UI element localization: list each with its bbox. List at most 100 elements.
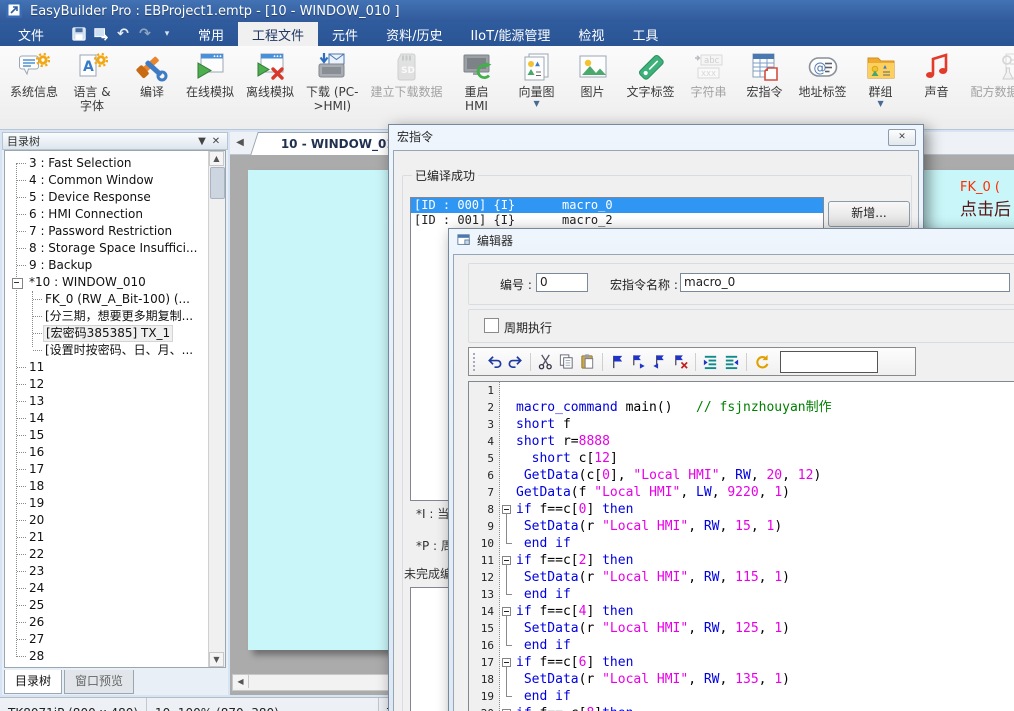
indent-icon[interactable]: [700, 352, 721, 371]
code-line-11[interactable]: 11if f==c[2] then: [469, 552, 1014, 569]
ribbon-item-macro[interactable]: 宏指令: [737, 46, 793, 129]
panel-menu-icon[interactable]: ▼: [195, 136, 209, 147]
tree-item-8[interactable]: *10 : WINDOW_010: [5, 274, 209, 291]
tree-item-27[interactable]: 25: [5, 597, 209, 614]
periodic-checkbox[interactable]: [484, 318, 499, 333]
code-line-5[interactable]: 5 short c[12]: [469, 450, 1014, 467]
code-editor[interactable]: 12macro_command main() // fsjnzhouyan制作3…: [468, 381, 1014, 711]
tree-item-2[interactable]: 4 : Common Window: [5, 172, 209, 189]
code-line-16[interactable]: 16 end if: [469, 637, 1014, 654]
macro-name-field[interactable]: macro_0: [680, 273, 1010, 292]
tree-item-18[interactable]: 16: [5, 444, 209, 461]
code-line-3[interactable]: 3short f: [469, 416, 1014, 433]
code-line-6[interactable]: 6 GetData(c[0], "Local HMI", RW, 20, 12): [469, 467, 1014, 484]
editor-dialog-title-bar[interactable]: 编辑器: [449, 229, 1014, 251]
bookmark-toggle-icon[interactable]: [607, 352, 628, 371]
chevron-down-icon[interactable]: ▼: [877, 100, 883, 108]
code-line-2[interactable]: 2macro_command main() // fsjnzhouyan制作: [469, 399, 1014, 416]
save-icon[interactable]: [70, 25, 88, 43]
code-line-12[interactable]: 12 SetData(r "Local HMI", RW, 115, 1): [469, 569, 1014, 586]
ribbon-item-language-font[interactable]: A语言 &字体: [64, 46, 120, 129]
tree-item-9[interactable]: FK_0 (RW_A_Bit-100) (...: [5, 291, 209, 308]
file-menu-button[interactable]: 文件: [0, 22, 62, 46]
ribbon-item-address-tag[interactable]: @地址标签: [793, 46, 853, 129]
macro-id-field[interactable]: 0: [536, 273, 588, 292]
code-line-9[interactable]: 9 SetData(r "Local HMI", RW, 15, 1): [469, 518, 1014, 535]
chevron-down-icon[interactable]: ▼: [533, 100, 539, 108]
scrollbar-thumb[interactable]: [210, 167, 225, 199]
tree-item-21[interactable]: 19: [5, 495, 209, 512]
ribbon-item-online-sim[interactable]: 在线模拟: [180, 46, 240, 129]
code-line-19[interactable]: 19 end if: [469, 688, 1014, 705]
menu-tab-5[interactable]: IIoT/能源管理: [456, 22, 564, 46]
tree-item-15[interactable]: 13: [5, 393, 209, 410]
canvas-object-click-text[interactable]: 点击后: [960, 195, 1011, 220]
ribbon-item-system-info[interactable]: 系统信息: [4, 46, 64, 129]
add-macro-button[interactable]: 新增...: [828, 201, 910, 227]
ribbon-item-sound[interactable]: 声音: [909, 46, 965, 129]
redo-icon[interactable]: ↷: [136, 25, 154, 43]
tree-item-4[interactable]: 6 : HMI Connection: [5, 206, 209, 223]
macro-dialog-close-icon[interactable]: ✕: [888, 129, 916, 146]
ribbon-item-vector[interactable]: 向量图▼: [509, 46, 565, 129]
ribbon-item-compile[interactable]: 编译: [124, 46, 180, 129]
fold-marker[interactable]: [499, 603, 516, 620]
paste-icon[interactable]: [577, 352, 598, 371]
tree-item-29[interactable]: 27: [5, 631, 209, 648]
canvas-object-fk0-text[interactable]: FK_0 (: [960, 180, 1000, 195]
export-icon[interactable]: [92, 25, 110, 43]
tree-item-12[interactable]: [设置时按密码、日、月、...: [5, 342, 209, 359]
code-line-1[interactable]: 1: [469, 382, 1014, 399]
tab-scroll-left-icon[interactable]: ◀: [232, 135, 248, 151]
code-line-15[interactable]: 15 SetData(r "Local HMI", RW, 125, 1): [469, 620, 1014, 637]
tree-item-3[interactable]: 5 : Device Response: [5, 189, 209, 206]
bookmark-clear-icon[interactable]: [670, 352, 691, 371]
scroll-left-icon[interactable]: ◀: [233, 675, 249, 688]
tree-item-1[interactable]: 3 : Fast Selection: [5, 155, 209, 172]
panel-tab-2[interactable]: 窗口预览: [64, 670, 134, 694]
code-line-10[interactable]: 10 end if: [469, 535, 1014, 552]
outdent-icon[interactable]: [721, 352, 742, 371]
menu-tab-2[interactable]: 工程文件: [238, 22, 318, 46]
ribbon-item-reboot-hmi[interactable]: 重启HMI: [449, 46, 505, 129]
ribbon-item-text-label[interactable]: 文字标签: [621, 46, 681, 129]
macro-list-row-2[interactable]: [ID : 001] {I}macro_2: [411, 213, 823, 228]
code-line-18[interactable]: 18 SetData(r "Local HMI", RW, 135, 1): [469, 671, 1014, 688]
ribbon-item-picture[interactable]: 图片: [565, 46, 621, 129]
tree-item-7[interactable]: 9 : Backup: [5, 257, 209, 274]
macro-list-row-1[interactable]: [ID : 000] {I}macro_0: [411, 198, 823, 213]
code-line-13[interactable]: 13 end if: [469, 586, 1014, 603]
scroll-down-icon[interactable]: ▼: [209, 652, 224, 667]
undo-icon[interactable]: [484, 352, 505, 371]
tree-item-30[interactable]: 28: [5, 648, 209, 665]
tree-item-16[interactable]: 14: [5, 410, 209, 427]
code-line-8[interactable]: 8if f==c[0] then: [469, 501, 1014, 518]
macro-search-input[interactable]: [780, 351, 878, 373]
tree-item-20[interactable]: 18: [5, 478, 209, 495]
tree-item-11[interactable]: [宏密码385385] TX_1: [5, 325, 209, 342]
tree-item-22[interactable]: 20: [5, 512, 209, 529]
tree-item-19[interactable]: 17: [5, 461, 209, 478]
tree-item-14[interactable]: 12: [5, 376, 209, 393]
code-line-7[interactable]: 7GetData(f "Local HMI", LW, 9220, 1): [469, 484, 1014, 501]
fold-marker[interactable]: [499, 501, 516, 518]
fold-marker[interactable]: [499, 552, 516, 569]
undo-icon[interactable]: ↶: [114, 25, 132, 43]
ribbon-item-download[interactable]: 下载 (PC->HMI): [300, 46, 364, 129]
toolbar-grip[interactable]: [473, 353, 479, 371]
panel-close-icon[interactable]: ✕: [209, 136, 223, 147]
scroll-up-icon[interactable]: ▲: [209, 151, 224, 166]
tree-item-28[interactable]: 26: [5, 614, 209, 631]
fold-marker[interactable]: [499, 705, 516, 711]
menu-tab-6[interactable]: 检视: [564, 22, 618, 46]
code-line-17[interactable]: 17if f==c[6] then: [469, 654, 1014, 671]
tree-item-5[interactable]: 7 : Password Restriction: [5, 223, 209, 240]
ribbon-item-group[interactable]: 群组▼: [853, 46, 909, 129]
replace-icon[interactable]: [751, 352, 772, 371]
tree-item-13[interactable]: 11: [5, 359, 209, 376]
panel-tab-1[interactable]: 目录树: [4, 670, 62, 694]
code-line-4[interactable]: 4short r=8888: [469, 433, 1014, 450]
menu-tab-1[interactable]: 常用: [184, 22, 238, 46]
menu-tab-4[interactable]: 资料/历史: [372, 22, 456, 46]
tree-item-25[interactable]: 23: [5, 563, 209, 580]
